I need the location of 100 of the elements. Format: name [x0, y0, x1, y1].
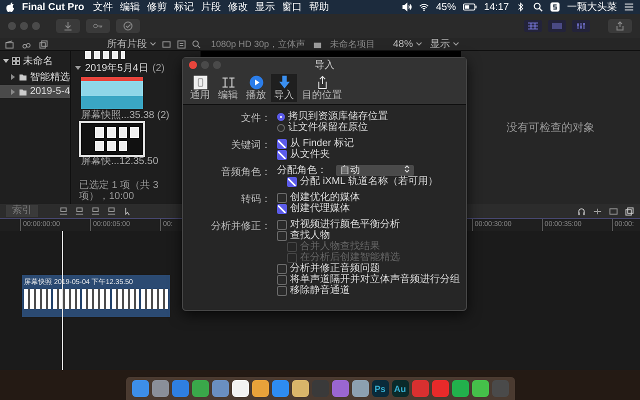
preferences-tab[interactable]: 目的位置	[299, 74, 345, 102]
download-arrow-icon	[276, 75, 292, 90]
list-view-icon[interactable]	[177, 40, 186, 48]
clip-filter-dropdown[interactable]: 所有片段	[107, 37, 156, 51]
dock-app-icon[interactable]	[472, 380, 488, 397]
section-label: 音频角色：	[220, 166, 272, 179]
search-icon[interactable]	[533, 2, 543, 12]
menu-item[interactable]: 帮助	[309, 0, 330, 14]
preferences-tab[interactable]: 播放	[243, 74, 269, 102]
bluetooth-icon[interactable]	[516, 2, 526, 12]
dock-app-icon[interactable]	[232, 380, 248, 397]
checkbox-option[interactable]: 从 Finder 标记	[277, 138, 354, 149]
browser-toggle-button[interactable]	[524, 20, 542, 32]
checkbox-option[interactable]: 分析并修正音频问题	[277, 263, 460, 274]
clip-thumbnail[interactable]	[81, 77, 143, 109]
edit-mode-icon[interactable]	[107, 206, 116, 216]
view-dropdown[interactable]: 显示	[430, 37, 459, 51]
dock-app-icon[interactable]	[252, 380, 268, 397]
dock-app-icon[interactable]	[452, 380, 468, 397]
close-dot-icon[interactable]	[8, 22, 16, 30]
preferences-tab[interactable]: 通用	[187, 74, 213, 102]
dock-app-icon[interactable]	[352, 380, 368, 397]
select-label: 分配角色：	[277, 165, 327, 176]
dialog-title: 导入	[314, 58, 334, 72]
volume-icon[interactable]	[402, 2, 412, 12]
filmstrip-icon[interactable]	[162, 40, 171, 48]
clip-appearance-icon[interactable]	[609, 206, 618, 216]
edit-mode-icon[interactable]	[59, 206, 68, 216]
battery-percent: 45%	[436, 2, 456, 12]
background-tasks-button[interactable]	[116, 19, 140, 33]
menu-item[interactable]: 窗口	[282, 0, 302, 14]
titles-icon[interactable]	[39, 40, 48, 48]
dock-app-icon[interactable]	[292, 380, 308, 397]
battery-icon[interactable]	[462, 3, 477, 11]
checkbox-option[interactable]: 移除静音通道	[277, 285, 460, 296]
checkbox-option[interactable]: 将单声道隔开并对立体声音频进行分组	[277, 274, 460, 285]
format-label: 1080p HD 30p，立体声	[211, 38, 306, 50]
dock-app[interactable]: Au	[392, 380, 408, 397]
library-item[interactable]: 2019-5-4	[0, 85, 70, 98]
play-icon	[248, 75, 264, 90]
menu-item[interactable]: 编辑	[120, 0, 140, 14]
app-menu[interactable]: Final Cut Pro	[22, 2, 84, 12]
library-item[interactable]: 智能精选	[0, 69, 70, 85]
menu-item[interactable]: 修改	[228, 0, 248, 14]
library-item[interactable]: 未命名	[0, 53, 70, 69]
clip-thumbnail[interactable]	[81, 123, 143, 155]
disclosure-triangle-icon[interactable]	[10, 74, 16, 80]
disclosure-triangle-icon[interactable]	[3, 58, 9, 64]
user-name[interactable]: 一颗大头菜	[567, 0, 617, 14]
import-button[interactable]	[56, 19, 80, 33]
share-button[interactable]	[608, 19, 632, 33]
effects-browser-icon[interactable]	[625, 206, 634, 216]
timeline-toggle-button[interactable]	[548, 20, 566, 32]
list-icon[interactable]	[624, 2, 634, 12]
section-label: 关键词：	[230, 138, 272, 152]
check-circle-icon	[123, 21, 133, 31]
preferences-tab[interactable]: 导入	[271, 74, 297, 102]
minimize-dot-icon[interactable]	[20, 22, 28, 30]
menu-item[interactable]: 修剪	[147, 0, 168, 14]
dock-app[interactable]: Ps	[372, 380, 388, 397]
share-icon	[615, 21, 625, 31]
preferences-tab[interactable]: 编辑	[215, 74, 241, 102]
checkbox-option[interactable]: 创建优化的媒体	[277, 192, 360, 203]
menu-item[interactable]: 文件	[93, 0, 114, 14]
project-name: 未命名项目	[330, 38, 376, 50]
clip-count: (2)	[152, 62, 165, 74]
checkbox-option[interactable]: 分配 iXML 轨道名称（若可用）	[277, 176, 438, 187]
key-icon	[93, 21, 103, 31]
chevron-down-icon	[416, 42, 422, 46]
radio-option[interactable]: 让文件保留在原位	[277, 122, 388, 133]
inspector-toggle-button[interactable]	[572, 20, 590, 32]
inspector-message: 没有可检查的对象	[506, 121, 594, 135]
menu-item[interactable]: 标记	[174, 0, 194, 14]
menu-item[interactable]: 显示	[255, 0, 276, 14]
wifi-icon[interactable]	[418, 2, 429, 12]
checkbox-option[interactable]: 从文件夹	[277, 149, 354, 160]
radio-option[interactable]: 拷贝到资源库储存位置	[277, 111, 388, 122]
edit-mode-icon[interactable]	[75, 206, 84, 216]
checkbox-option[interactable]: 对视频进行颜色平衡分析	[277, 219, 460, 230]
disclosure-triangle-icon[interactable]	[75, 65, 81, 71]
date-group-header[interactable]: 2019年5月4日	[85, 61, 148, 75]
section-label: 分析并修正：	[210, 220, 272, 233]
role-select[interactable]: 自动	[336, 165, 414, 176]
chevron-down-icon	[453, 42, 459, 46]
zoom-dot-icon[interactable]	[32, 22, 40, 30]
apple-logo-icon[interactable]	[6, 2, 15, 12]
clock[interactable]: 14:17	[484, 2, 509, 12]
zoom-dropdown[interactable]: 48%	[392, 38, 422, 50]
menu-item[interactable]: 片段	[201, 0, 222, 14]
cursor-icon[interactable]	[123, 206, 132, 216]
keyword-button[interactable]	[86, 19, 110, 33]
app-status-icon[interactable]	[550, 2, 560, 12]
switch-icon	[192, 75, 208, 90]
edit-mode-icon[interactable]	[91, 206, 100, 216]
close-dot-icon[interactable]	[189, 61, 197, 69]
selection-status: 已选定 1 项（共 3 项），10:00	[78, 180, 160, 204]
headphones-icon[interactable]	[577, 206, 586, 216]
checkbox-option[interactable]: 创建代理媒体	[277, 203, 360, 214]
up-down-chevron-icon	[404, 165, 410, 173]
checkbox-option[interactable]: 查找人物	[277, 230, 460, 241]
